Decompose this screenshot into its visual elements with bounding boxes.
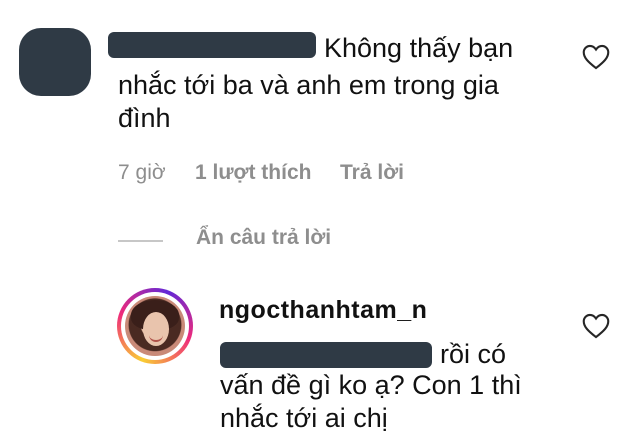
reply-avatar[interactable] — [117, 288, 193, 364]
comment-text-line-3: đình — [118, 103, 171, 133]
comment-likes-link[interactable]: 1 lượt thích — [195, 161, 311, 185]
hide-replies-divider — [118, 240, 163, 242]
reply-button[interactable]: Trả lời — [340, 161, 404, 185]
reply-username[interactable]: ngocthanhtam_n — [219, 296, 427, 325]
reply-mention-redacted[interactable] — [220, 342, 432, 368]
commenter-username-redacted[interactable] — [108, 32, 316, 58]
commenter-avatar-redacted[interactable] — [19, 28, 91, 96]
heart-icon[interactable] — [582, 313, 610, 339]
reply-text-line-3: nhắc tới ai chị — [220, 403, 388, 433]
comment-text-line-1: Không thấy bạn — [324, 33, 514, 63]
heart-icon[interactable] — [582, 44, 610, 70]
profile-photo — [125, 296, 185, 356]
comment-text-line-2: nhắc tới ba và anh em trong gia — [118, 70, 499, 100]
hide-replies-button[interactable]: Ẩn câu trả lời — [196, 226, 331, 250]
comment-timestamp: 7 giờ — [118, 161, 166, 184]
reply-text-line-2: vấn đề gì ko ạ? Con 1 thì — [220, 370, 522, 400]
